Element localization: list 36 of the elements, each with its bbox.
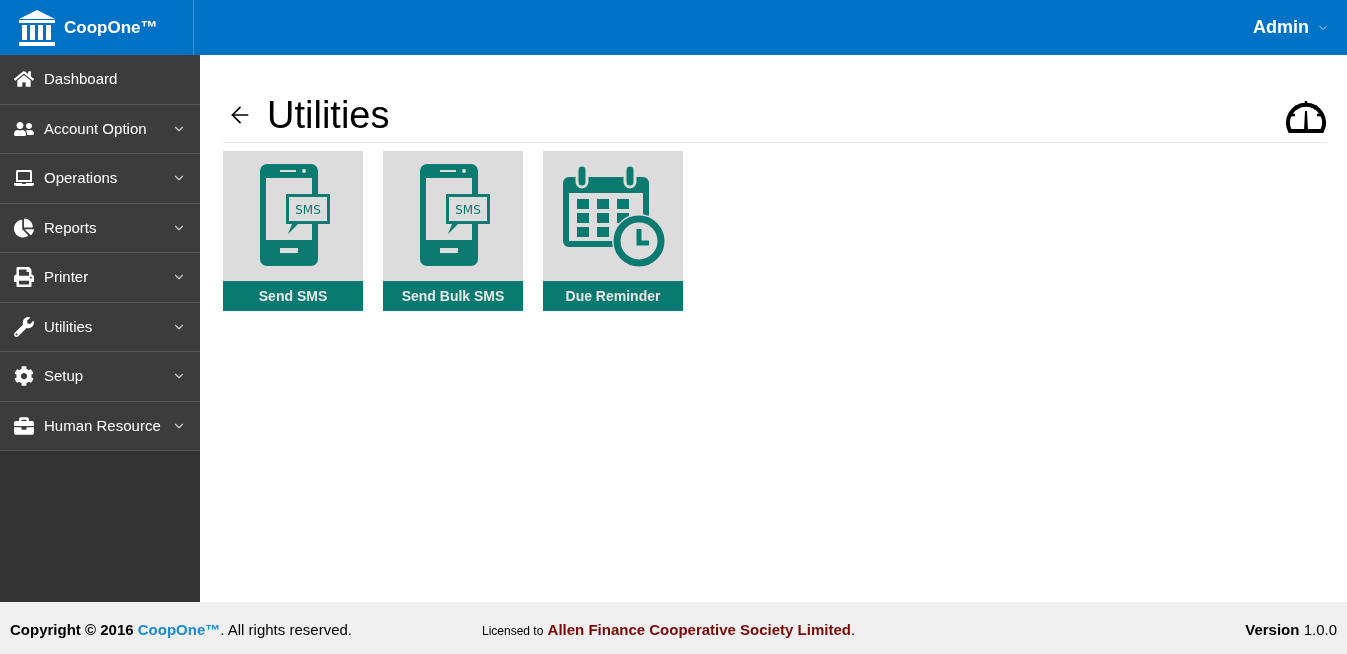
copyright-text: Copyright © 2016 CoopOne™. All rights reserved. [10, 619, 352, 640]
sidebar-label: Account Option [44, 118, 148, 139]
sidebar-item[interactable]: Printer [0, 253, 200, 303]
tile-label: Send Bulk SMS [383, 281, 523, 311]
wrench-icon [14, 316, 34, 337]
sidebar-item[interactable]: Account Option [0, 104, 200, 154]
sidebar-item[interactable]: Setup [0, 352, 200, 402]
sidebar-label: Printer [44, 267, 90, 287]
page-title: Utilities [267, 92, 390, 138]
home-icon [14, 69, 34, 90]
version-text: Version 1.0.0 [1245, 619, 1337, 640]
laptop-icon [14, 168, 34, 189]
utility-tile[interactable]: Due Reminder [543, 151, 683, 311]
user-menu[interactable]: Admin [1253, 14, 1347, 41]
sidebar-label: Reports [44, 217, 98, 238]
sidebar-item[interactable]: Utilities [0, 302, 200, 352]
settings-icon [14, 366, 34, 387]
license-text: Licensed to Allen Finance Cooperative Society Limited. [482, 619, 856, 640]
sidebar-label: Dashboard [44, 69, 119, 89]
bank-building-icon [18, 8, 56, 47]
tile-label: Send SMS [223, 281, 363, 311]
utility-tile[interactable]: SMS Send SMS [223, 151, 363, 311]
sidebar-item[interactable]: Dashboard [0, 55, 200, 105]
tile-label: Due Reminder [543, 281, 683, 311]
utility-tile[interactable]: SMS Send Bulk SMS [383, 151, 523, 311]
sidebar-label: Setup [44, 366, 85, 386]
pie-chart-icon [14, 217, 34, 238]
sidebar-label: Human Resource [44, 415, 162, 436]
sidebar-label: Utilities [44, 316, 94, 337]
printer-icon [14, 267, 34, 288]
brand-name[interactable]: CoopOne™ [64, 14, 158, 41]
sidebar-item[interactable]: Reports [0, 203, 200, 253]
sidebar-label: Operations [44, 168, 119, 188]
sidebar-item[interactable]: Operations [0, 154, 200, 204]
sidebar-item[interactable]: Human Resource [0, 401, 200, 451]
briefcase-icon [14, 415, 34, 436]
